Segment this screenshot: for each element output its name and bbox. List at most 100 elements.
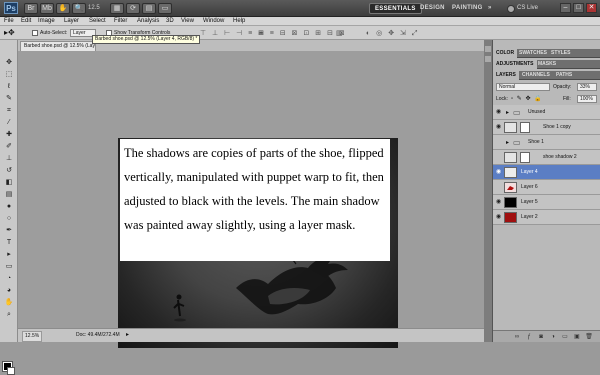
auto-select-checkbox[interactable]: [32, 30, 38, 37]
status-zoom[interactable]: 12.5%: [22, 331, 43, 342]
menu-view[interactable]: View: [181, 17, 194, 26]
tab-paths[interactable]: PATHS: [553, 71, 575, 80]
hand-tool-icon[interactable]: ✋: [4, 298, 14, 308]
quick-select-tool-icon[interactable]: ✎: [4, 94, 14, 104]
workspace-essentials[interactable]: ESSENTIALS: [369, 3, 422, 14]
clone-stamp-tool-icon[interactable]: ⊥: [4, 154, 14, 164]
rotate-view-icon[interactable]: ⟳: [126, 3, 140, 14]
maximize-button[interactable]: □: [573, 3, 584, 13]
expand-arrow-icon[interactable]: ▸: [506, 109, 509, 116]
panel-icon[interactable]: [485, 56, 491, 62]
menu-edit[interactable]: Edit: [21, 17, 31, 26]
menu-analysis[interactable]: Analysis: [137, 17, 159, 26]
background-color-swatch[interactable]: [7, 367, 15, 375]
menu-3d[interactable]: 3D: [166, 17, 174, 26]
menu-image[interactable]: Image: [38, 17, 55, 26]
cs-live-icon[interactable]: [507, 5, 515, 13]
auto-align-icon[interactable]: ▥: [336, 29, 343, 37]
eyedropper-tool-icon[interactable]: ⁄: [4, 118, 14, 128]
menu-file[interactable]: File: [4, 17, 14, 26]
blur-tool-icon[interactable]: ●: [4, 202, 14, 212]
document-tab[interactable]: Barbed shoe.psd @ 12.5% (Layer 4, RGB/8): [20, 41, 96, 51]
mask-icon[interactable]: ◙: [537, 333, 545, 341]
eye-icon[interactable]: ◉: [495, 124, 502, 131]
tab-layers[interactable]: LAYERS: [493, 71, 519, 80]
workspace-more[interactable]: »: [483, 3, 497, 14]
trash-icon[interactable]: 🗑: [585, 333, 593, 341]
fill-field[interactable]: 100%: [577, 95, 597, 103]
screen-mode-icon[interactable]: ▭: [158, 3, 172, 14]
eye-icon[interactable]: [495, 139, 502, 146]
3d-orbit-tool-icon[interactable]: ◕: [4, 286, 14, 296]
lock-icons[interactable]: ▫ ✎ ✥ 🔒: [511, 95, 543, 102]
expand-arrow-icon[interactable]: ▸: [506, 139, 509, 146]
layer-row[interactable]: ▸ ▭ Shoe 1: [493, 135, 600, 150]
zoom-level[interactable]: 12.5: [88, 5, 100, 11]
blend-mode-dropdown[interactable]: Normal: [496, 83, 550, 91]
menu-filter[interactable]: Filter: [114, 17, 127, 26]
zoom-tool-icon[interactable]: ⌕: [4, 310, 14, 320]
crop-tool-icon[interactable]: ⌗: [4, 106, 14, 116]
distribute-icons[interactable]: ≣ ≡ ⊟ ⊠ ⊡ ⊞ ⊟ ⊠: [258, 29, 347, 37]
adjustment-icon[interactable]: ◑: [549, 333, 557, 341]
shape-tool-icon[interactable]: ▭: [4, 262, 14, 272]
tab-masks[interactable]: MASKS: [535, 60, 559, 69]
fx-icon[interactable]: ƒ: [525, 333, 533, 341]
brush-tool-icon[interactable]: ✐: [4, 142, 14, 152]
move-tool-icon[interactable]: ✥: [4, 58, 14, 68]
arrange-documents-icon[interactable]: ▤: [142, 3, 156, 14]
folder-icon[interactable]: ▭: [561, 333, 569, 341]
history-brush-tool-icon[interactable]: ↺: [4, 166, 14, 176]
marquee-tool-icon[interactable]: ⬚: [4, 70, 14, 80]
layer-row-selected[interactable]: ◉ Layer 4: [493, 165, 600, 180]
type-tool-icon[interactable]: T: [4, 238, 14, 248]
eye-icon[interactable]: ◉: [495, 109, 502, 116]
status-menu-arrow-icon[interactable]: ▸: [126, 329, 129, 342]
eye-icon[interactable]: ◉: [495, 214, 502, 221]
minimize-button[interactable]: –: [560, 3, 571, 13]
layer-row[interactable]: ◉ ▸ ▭ Unused: [493, 105, 600, 120]
menu-help[interactable]: Help: [233, 17, 245, 26]
layer-row[interactable]: Layer 6: [493, 180, 600, 195]
opacity-field[interactable]: 33%: [577, 83, 597, 91]
3d-mode-icons[interactable]: ◐ ◎ ✥ ⇲ ⤢: [366, 29, 419, 38]
dodge-tool-icon[interactable]: ○: [4, 214, 14, 224]
hand-tool-icon[interactable]: ✋: [56, 3, 70, 14]
eye-icon[interactable]: [495, 184, 502, 191]
tab-styles[interactable]: STYLES: [548, 49, 573, 58]
pen-tool-icon[interactable]: ✒: [4, 226, 14, 236]
layer-row[interactable]: shoe shadow 2: [493, 150, 600, 165]
eye-icon[interactable]: [495, 154, 502, 161]
tab-swatches[interactable]: SWATCHES: [516, 49, 550, 58]
cs-live-label[interactable]: CS Live: [517, 5, 538, 11]
bridge-icon[interactable]: Br: [24, 3, 38, 14]
tab-channels[interactable]: CHANNELS: [519, 71, 553, 80]
move-tool-preset-icon[interactable]: ▸✥: [4, 28, 18, 38]
menu-select[interactable]: Select: [89, 17, 106, 26]
menu-layer[interactable]: Layer: [64, 17, 79, 26]
grid-icon[interactable]: ▦: [110, 3, 124, 14]
close-button[interactable]: ✕: [586, 3, 597, 13]
minibridge-icon[interactable]: Mb: [40, 3, 54, 14]
panel-icon[interactable]: [485, 46, 491, 52]
healing-brush-tool-icon[interactable]: ✚: [4, 130, 14, 140]
layer-row[interactable]: ◉ Shoe 1 copy: [493, 120, 600, 135]
zoom-tool-icon[interactable]: 🔍: [72, 3, 86, 14]
tab-color[interactable]: COLOR: [493, 49, 518, 58]
eye-icon[interactable]: ◉: [495, 199, 502, 206]
layer-row[interactable]: ◉ Layer 5: [493, 195, 600, 210]
lasso-tool-icon[interactable]: ℓ: [4, 82, 14, 92]
workspace-painting[interactable]: PAINTING: [447, 3, 488, 14]
tab-adjustments[interactable]: ADJUSTMENTS: [493, 60, 537, 69]
eraser-tool-icon[interactable]: ◧: [4, 178, 14, 188]
align-icons[interactable]: ⊤ ⊥ ⊢ ⊣ ≡ ⊞: [200, 29, 266, 37]
3d-rotate-tool-icon[interactable]: ◔: [4, 274, 14, 284]
path-select-tool-icon[interactable]: ▸: [4, 250, 14, 260]
link-icon[interactable]: ∞: [513, 333, 521, 341]
layer-row[interactable]: ◉ Layer 2: [493, 210, 600, 225]
new-layer-icon[interactable]: ▣: [573, 333, 581, 341]
menu-window[interactable]: Window: [203, 17, 224, 26]
workspace-design[interactable]: DESIGN: [415, 3, 450, 14]
eye-icon[interactable]: ◉: [495, 169, 502, 176]
gradient-tool-icon[interactable]: ▤: [4, 190, 14, 200]
